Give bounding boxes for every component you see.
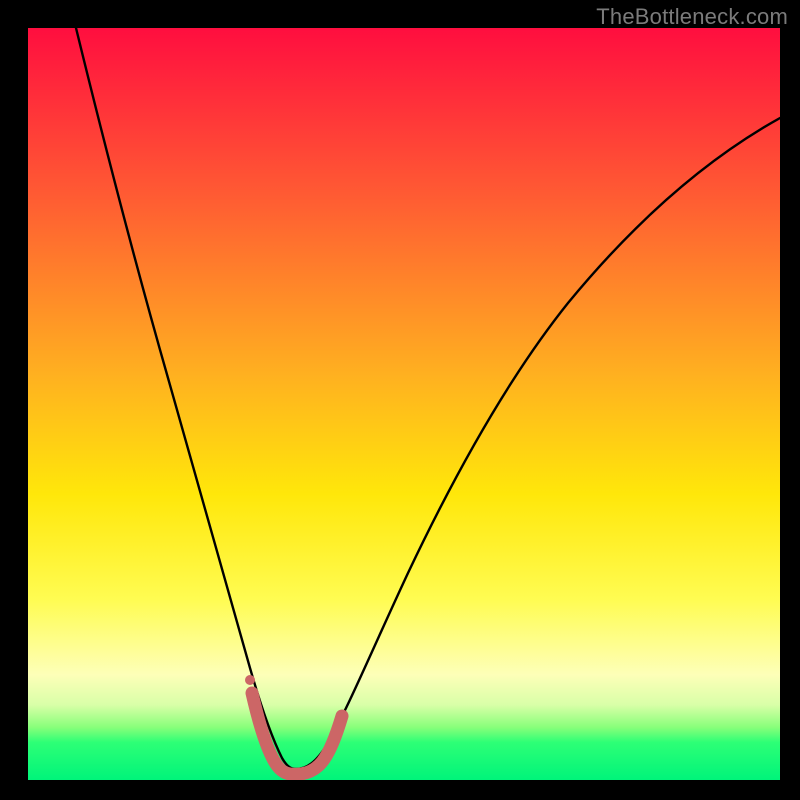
watermark-label: TheBottleneck.com: [596, 4, 788, 30]
chart-plot-area: [28, 28, 780, 780]
bottleneck-curve-path: [76, 28, 780, 769]
bottleneck-curve-svg: [28, 28, 780, 780]
marker-dot-icon: [245, 675, 255, 685]
bottom-marker-path: [252, 693, 342, 774]
